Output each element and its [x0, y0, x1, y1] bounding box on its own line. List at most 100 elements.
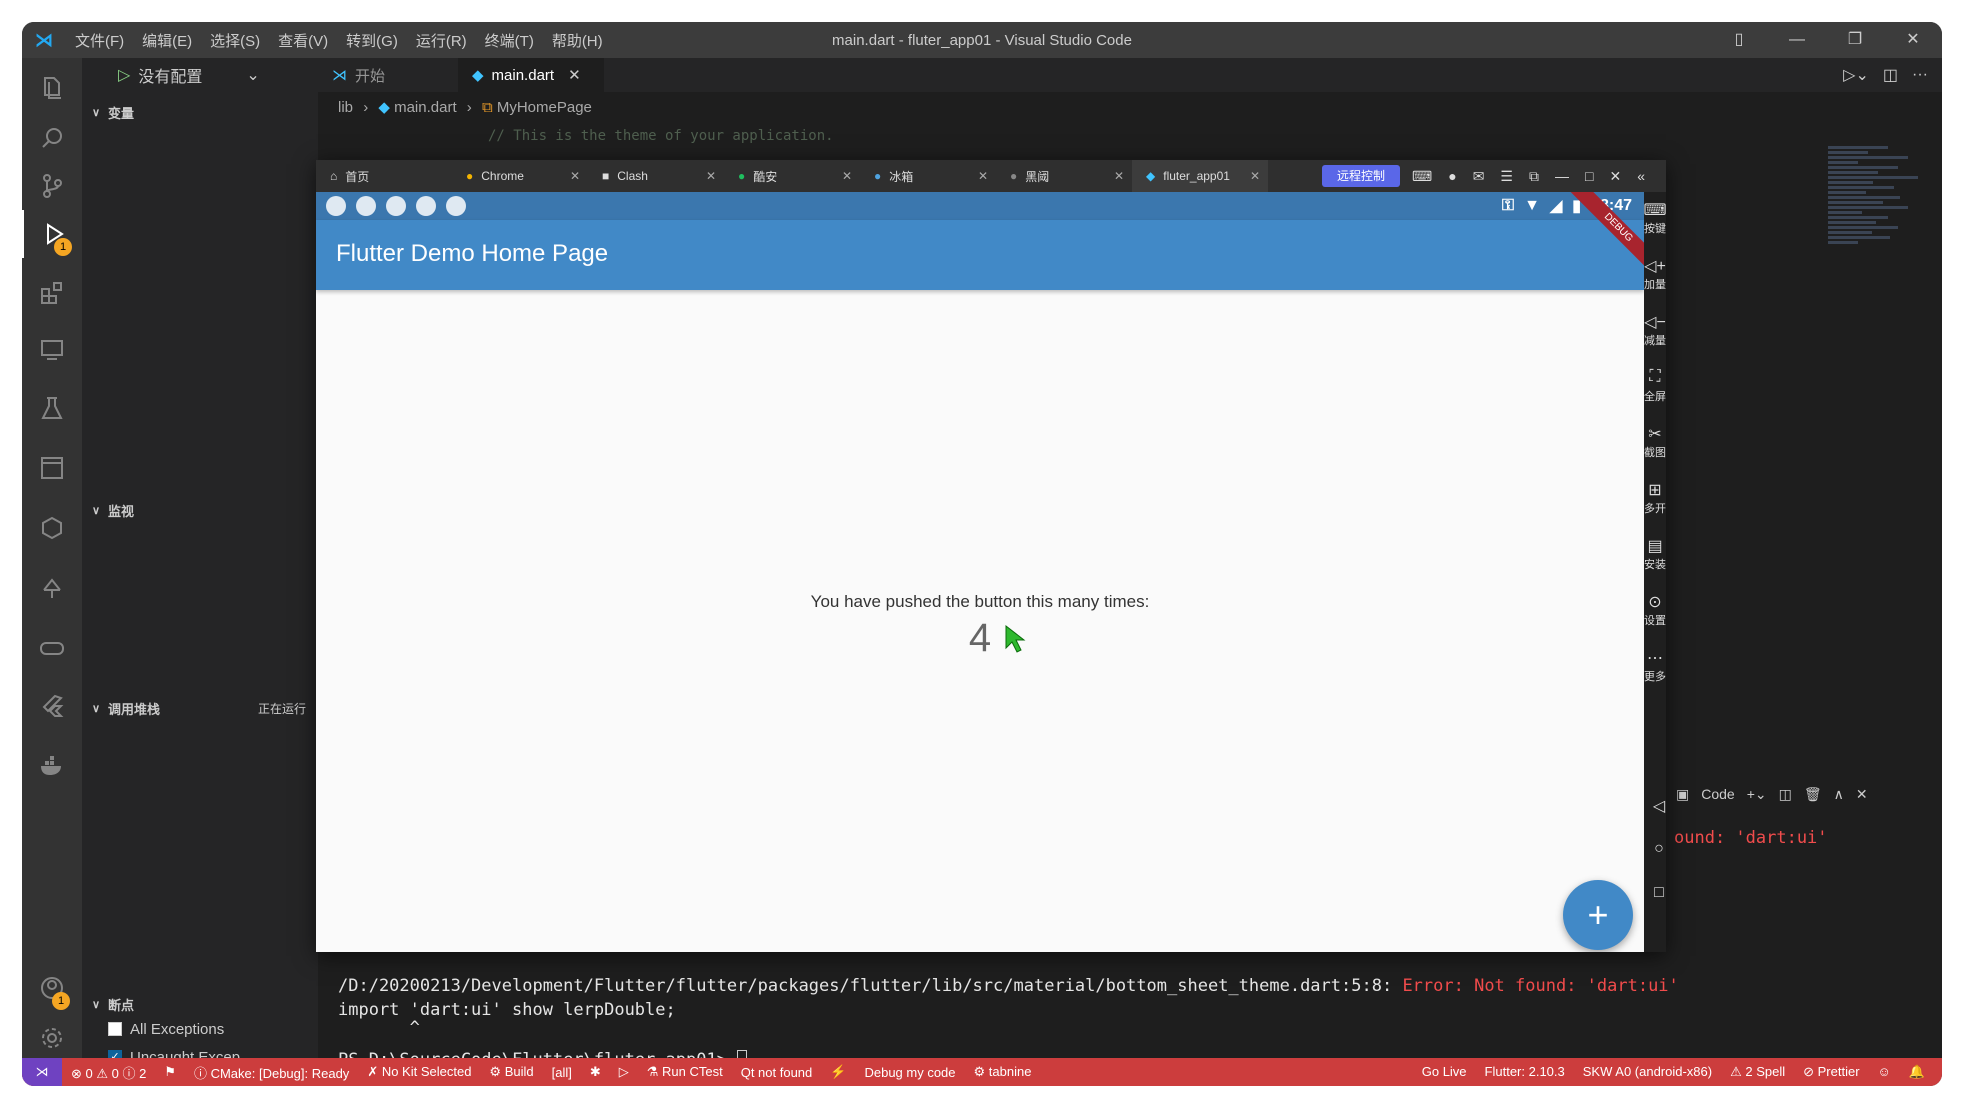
search-icon[interactable]	[22, 114, 82, 162]
debug-my-code[interactable]: Debug my code	[855, 1065, 964, 1080]
testing-icon[interactable]	[22, 384, 82, 432]
extensions-icon[interactable]	[22, 268, 82, 316]
close-icon[interactable]: ✕	[570, 169, 580, 183]
close-icon[interactable]: ✕	[842, 169, 852, 183]
add-terminal-icon[interactable]: +⌄	[1747, 786, 1767, 803]
restore-button[interactable]: ❐	[1826, 22, 1884, 58]
problems-status[interactable]: ⊗ 0 ⚠ 0 ⓘ 2	[62, 1063, 155, 1082]
cube-icon[interactable]	[22, 504, 82, 552]
panel-view-icon[interactable]	[22, 444, 82, 492]
close-icon[interactable]: ✕	[978, 169, 988, 183]
gear-icon[interactable]	[22, 1014, 82, 1062]
terminal-title[interactable]: Code	[1701, 786, 1734, 802]
debug-bug-icon[interactable]: ✱	[581, 1064, 610, 1080]
build-button[interactable]: ⚙ Build	[480, 1064, 542, 1080]
minimize-button[interactable]: —	[1768, 22, 1826, 58]
trash-icon[interactable]: 🗑	[1804, 786, 1822, 803]
close-tab-icon[interactable]: ✕	[568, 66, 581, 84]
nav-home-button[interactable]: ○	[1644, 840, 1674, 858]
qt-status[interactable]: Qt not found	[732, 1065, 822, 1080]
volume-up-button[interactable]: ◁+ 加量	[1640, 256, 1670, 292]
split-terminal-icon[interactable]: ◫	[1779, 786, 1792, 803]
nav-recents-button[interactable]: □	[1644, 884, 1674, 902]
close-icon[interactable]: ✕	[706, 169, 716, 183]
docker-icon[interactable]	[22, 742, 82, 790]
nav-back-button[interactable]: ◁	[1644, 796, 1674, 816]
tabnine-status[interactable]: ⚙ tabnine	[965, 1064, 1041, 1080]
close-button[interactable]: ✕	[1884, 22, 1942, 58]
close-icon[interactable]: ✕	[1250, 169, 1260, 183]
breakpoint-checkbox[interactable]	[108, 1022, 122, 1036]
menu-help[interactable]: 帮助(H)	[543, 30, 612, 51]
emu-tab-chrome[interactable]: ● Chrome ✕	[452, 160, 588, 192]
emu-tab-home[interactable]: ⌂ 首页	[316, 160, 452, 192]
volume-down-button[interactable]: ◁− 减量	[1640, 312, 1670, 348]
emu-tab-fluter-app01[interactable]: ◆ fluter_app01 ✕	[1132, 160, 1268, 192]
popout-icon[interactable]: ⧉	[1529, 168, 1539, 185]
install-apk-button[interactable]: ▤ 安装	[1640, 536, 1670, 572]
breadcrumb-class[interactable]: MyHomePage	[497, 99, 592, 116]
multi-open-button[interactable]: ⊞ 多开	[1640, 480, 1670, 516]
breadcrumb-file[interactable]: main.dart	[394, 99, 457, 116]
git-graph-icon[interactable]	[22, 564, 82, 612]
run-debug-icon[interactable]: 1	[22, 210, 82, 258]
collapse-icon[interactable]: «	[1637, 168, 1645, 184]
device-selector[interactable]: SKW A0 (android-x86)	[1574, 1064, 1721, 1080]
remote-control-button[interactable]: 远程控制	[1322, 165, 1400, 187]
screenshot-button[interactable]: ✂ 截图	[1640, 424, 1670, 460]
emu-tab-icebox[interactable]: ● 冰箱 ✕	[860, 160, 996, 192]
gamepad-icon[interactable]	[22, 624, 82, 672]
bell-icon[interactable]: 🔔	[1900, 1064, 1934, 1080]
flutter-version[interactable]: Flutter: 2.10.3	[1476, 1064, 1574, 1080]
minimize-button[interactable]: —	[1555, 168, 1569, 184]
gamepad-icon[interactable]: ⌨	[1412, 168, 1432, 185]
play-icon[interactable]: ▷	[118, 65, 130, 85]
increment-fab[interactable]: +	[1563, 880, 1633, 950]
source-control-icon[interactable]	[22, 162, 82, 210]
fullscreen-button[interactable]: ⛶ 全屏	[1640, 368, 1670, 404]
explorer-icon[interactable]	[22, 64, 82, 112]
emu-tab-brevent[interactable]: ● 黑阈 ✕	[996, 160, 1132, 192]
prettier-status[interactable]: ⊘ Prettier	[1794, 1064, 1868, 1080]
more-button[interactable]: ⋯ 更多	[1640, 648, 1670, 684]
emu-tab-clash[interactable]: ■ Clash ✕	[588, 160, 724, 192]
close-button[interactable]: ✕	[1609, 168, 1621, 185]
breadcrumb-lib[interactable]: lib	[338, 99, 353, 116]
menu-selection[interactable]: 选择(S)	[201, 30, 269, 51]
menu-terminal[interactable]: 终端(T)	[476, 30, 543, 51]
section-variables[interactable]: ∨ 变量	[82, 96, 318, 128]
run-ctest-button[interactable]: ⚗ Run CTest	[638, 1064, 732, 1080]
emu-tab-coolapk[interactable]: ● 酷安 ✕	[724, 160, 860, 192]
spell-status[interactable]: ⚠ 2 Spell	[1721, 1064, 1794, 1080]
maximize-button[interactable]: □	[1585, 168, 1593, 184]
flutter-icon[interactable]	[22, 682, 82, 730]
key-button[interactable]: ⌨ 按键	[1640, 200, 1670, 236]
remote-indicator-icon[interactable]: ⋊	[22, 1058, 62, 1086]
section-watch[interactable]: ∨ 监视	[82, 494, 318, 526]
tab-main-dart[interactable]: ◆ main.dart ✕	[458, 58, 604, 92]
minimap[interactable]	[1828, 144, 1928, 384]
account-icon[interactable]: 1	[22, 964, 82, 1012]
run-config-select[interactable]: ▷ 没有配置 ⌄	[82, 58, 318, 92]
kit-status[interactable]: ✗ No Kit Selected	[358, 1064, 480, 1080]
split-editor-icon[interactable]: ◫	[1883, 65, 1898, 85]
menu-file[interactable]: 文件(F)	[66, 30, 133, 51]
tab-start[interactable]: ⋊ 开始	[318, 58, 458, 92]
more-actions-icon[interactable]: ···	[1912, 66, 1928, 84]
settings-button[interactable]: ⊙ 设置	[1640, 592, 1670, 628]
menu-run[interactable]: 运行(R)	[407, 30, 476, 51]
go-live-button[interactable]: Go Live	[1413, 1064, 1476, 1080]
build-target[interactable]: [all]	[543, 1065, 581, 1080]
chevron-down-icon[interactable]: ⌄	[246, 65, 259, 85]
launch-icon[interactable]: ▷	[610, 1064, 638, 1080]
menu-icon[interactable]: ☰	[1500, 168, 1513, 185]
close-icon[interactable]: ✕	[1114, 169, 1124, 183]
avatar-icon[interactable]: ●	[1448, 168, 1456, 184]
menu-view[interactable]: 查看(V)	[269, 30, 337, 51]
debug-target-icon[interactable]: ⚑	[155, 1064, 185, 1080]
remote-explorer-icon[interactable]	[22, 326, 82, 374]
layout-icon[interactable]: ▯	[1710, 22, 1768, 58]
maximize-panel-icon[interactable]: ∧	[1834, 786, 1844, 803]
feedback-icon[interactable]: ☺	[1869, 1064, 1900, 1080]
close-panel-icon[interactable]: ✕	[1856, 786, 1868, 803]
